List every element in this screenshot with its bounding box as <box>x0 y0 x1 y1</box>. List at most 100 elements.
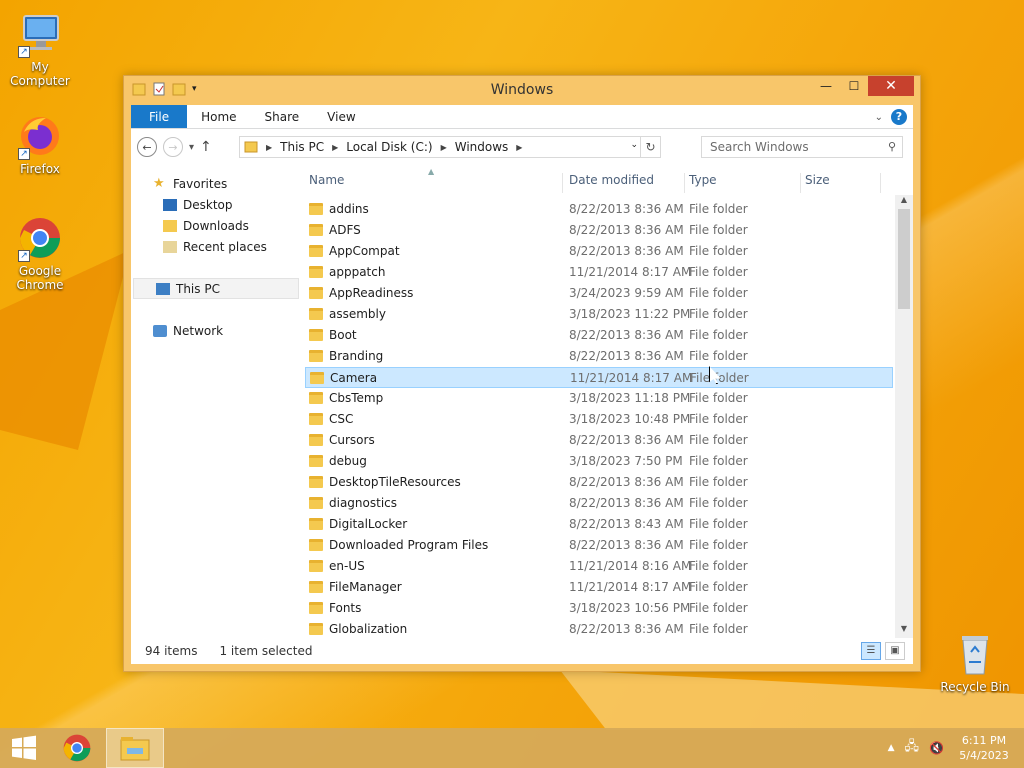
chevron-right-icon[interactable]: ▶ <box>266 143 272 152</box>
nav-downloads[interactable]: Downloads <box>131 215 301 236</box>
nav-this-pc[interactable]: This PC <box>133 278 299 299</box>
table-row[interactable]: DesktopTileResources 8/22/2013 8:36 AM Fil… <box>305 472 893 493</box>
details-view-button[interactable]: ☰ <box>861 642 881 660</box>
minimize-button[interactable]: — <box>812 76 840 96</box>
address-bar[interactable]: ▶ This PC ▶ Local Disk (C:) ▶ Windows ▶ … <box>239 136 661 158</box>
table-row[interactable]: Boot 8/22/2013 8:36 AM File folder <box>305 325 893 346</box>
breadcrumb-this-pc[interactable]: This PC <box>280 140 324 154</box>
table-row[interactable]: Downloaded Program Files 8/22/2013 8:36 A… <box>305 535 893 556</box>
table-row[interactable]: en-US 11/21/2014 8:16 AM File folder <box>305 556 893 577</box>
chevron-right-icon[interactable]: ▶ <box>516 143 522 152</box>
chevron-right-icon[interactable]: ▶ <box>441 143 447 152</box>
scroll-down-icon[interactable]: ▼ <box>895 624 913 638</box>
file-name: AppCompat <box>329 244 400 258</box>
file-name: Fonts <box>329 601 362 615</box>
desktop-icon-firefox[interactable]: ↗ Firefox <box>0 112 80 176</box>
breadcrumb-windows[interactable]: Windows <box>455 140 509 154</box>
table-row[interactable]: assembly 3/18/2023 11:22 PM File folder <box>305 304 893 325</box>
file-type: File folder <box>689 559 748 573</box>
tab-file[interactable]: File <box>131 105 188 128</box>
table-row[interactable]: Cursors 8/22/2013 8:36 AM File folder <box>305 430 893 451</box>
forward-button[interactable]: → <box>163 137 183 157</box>
navigation-pane: ★ Favorites Desktop Downloads Recent plac… <box>131 165 301 638</box>
nav-favorites[interactable]: ★ Favorites <box>131 173 301 194</box>
table-row[interactable]: FileManager 11/21/2014 8:17 AM File folder <box>305 577 893 598</box>
folder-icon <box>309 602 323 614</box>
desktop-icon-recycle-bin[interactable]: Recycle Bin <box>935 630 1015 694</box>
table-row[interactable]: apppatch 11/21/2014 8:17 AM File folder <box>305 262 893 283</box>
file-rows: addins 8/22/2013 8:36 AM File folder ADFS 8/… <box>305 199 893 640</box>
column-size[interactable]: Size <box>801 173 881 193</box>
column-name[interactable]: Name <box>305 173 563 193</box>
folder-icon <box>309 476 323 488</box>
table-row[interactable]: debug 3/18/2023 7:50 PM File folder <box>305 451 893 472</box>
column-headers: ▲ Name Date modified Type Size <box>305 165 913 193</box>
table-row[interactable]: addins 8/22/2013 8:36 AM File folder <box>305 199 893 220</box>
large-icons-view-button[interactable]: ▣ <box>885 642 905 660</box>
search-input[interactable]: Search Windows ⚲ <box>701 136 903 158</box>
table-row[interactable]: CSC 3/18/2023 10:48 PM File folder <box>305 409 893 430</box>
volume-muted-icon[interactable]: 🔇 <box>929 741 944 755</box>
desktop-icon-chrome[interactable]: ↗ Google Chrome <box>0 214 80 292</box>
scroll-thumb[interactable] <box>898 209 910 309</box>
folder-icon <box>309 308 323 320</box>
start-button[interactable] <box>0 728 48 768</box>
refresh-button[interactable]: ↻ <box>640 137 660 157</box>
table-row[interactable]: Globalization 8/22/2013 8:36 AM File folde… <box>305 619 893 640</box>
taskbar-file-explorer[interactable] <box>106 728 164 768</box>
file-date: 11/21/2014 8:16 AM <box>569 559 692 573</box>
breadcrumb-local-disk[interactable]: Local Disk (C:) <box>346 140 432 154</box>
chevron-right-icon[interactable]: ▶ <box>332 143 338 152</box>
folder-icon <box>309 434 323 446</box>
taskbar-chrome[interactable] <box>48 728 106 768</box>
maximize-button[interactable]: ☐ <box>840 76 868 96</box>
desktop-icon-my-computer[interactable]: ↗ My Computer <box>0 10 80 88</box>
table-row[interactable]: DigitalLocker 8/22/2013 8:43 AM File folde… <box>305 514 893 535</box>
table-row[interactable]: Fonts 3/18/2023 10:56 PM File folder <box>305 598 893 619</box>
folder-icon <box>309 518 323 530</box>
back-button[interactable]: ← <box>137 137 157 157</box>
file-date: 11/21/2014 8:17 AM <box>570 371 693 385</box>
file-date: 8/22/2013 8:36 AM <box>569 202 684 216</box>
address-dropdown-icon[interactable]: ⌄ <box>630 140 638 150</box>
column-type[interactable]: Type <box>685 173 801 193</box>
table-row[interactable]: Branding 8/22/2013 8:36 AM File folder <box>305 346 893 367</box>
file-name: Branding <box>329 349 384 363</box>
table-row[interactable]: Camera 11/21/2014 8:17 AM File folder <box>305 367 893 388</box>
show-hidden-icons-icon[interactable]: ▲ <box>888 743 895 753</box>
item-count: 94 items <box>145 644 198 658</box>
title-bar[interactable]: ▾ Windows — ☐ ✕ <box>124 76 920 105</box>
file-name: Boot <box>329 328 357 342</box>
computer-icon <box>156 282 170 295</box>
table-row[interactable]: diagnostics 8/22/2013 8:36 AM File folder <box>305 493 893 514</box>
file-name: DigitalLocker <box>329 517 408 531</box>
table-row[interactable]: AppCompat 8/22/2013 8:36 AM File folder <box>305 241 893 262</box>
help-icon[interactable]: ? <box>891 109 907 125</box>
file-name: Camera <box>330 371 378 385</box>
vertical-scrollbar[interactable]: ▲ ▼ <box>895 195 913 638</box>
close-button[interactable]: ✕ <box>868 76 914 96</box>
recent-locations-icon[interactable]: ▾ <box>189 142 194 153</box>
explorer-window[interactable]: ▾ Windows — ☐ ✕ File Home Share View ⌄ ?… <box>123 75 921 672</box>
table-row[interactable]: AppReadiness 3/24/2023 9:59 AM File folder <box>305 283 893 304</box>
nav-desktop[interactable]: Desktop <box>131 194 301 215</box>
tab-view[interactable]: View <box>313 105 369 128</box>
folder-icon <box>309 497 323 509</box>
table-row[interactable]: CbsTemp 3/18/2023 11:18 PM File folder <box>305 388 893 409</box>
tab-share[interactable]: Share <box>251 105 314 128</box>
tab-home[interactable]: Home <box>187 105 250 128</box>
file-type: File folder <box>689 517 748 531</box>
clock[interactable]: 6:11 PM 5/4/2023 <box>954 733 1014 763</box>
network-status-icon[interactable]: 🖧 <box>905 737 920 759</box>
file-name: en-US <box>329 559 365 573</box>
up-button[interactable]: ↑ <box>200 139 212 155</box>
nav-network[interactable]: Network <box>131 320 301 341</box>
column-date-modified[interactable]: Date modified <box>565 173 685 193</box>
nav-recent-places[interactable]: Recent places <box>131 236 301 257</box>
file-name: DesktopTileResources <box>329 475 461 489</box>
scroll-up-icon[interactable]: ▲ <box>895 195 913 209</box>
expand-ribbon-icon[interactable]: ⌄ <box>875 112 883 123</box>
desktop-icon-label: My Computer <box>10 60 70 88</box>
file-date: 8/22/2013 8:43 AM <box>569 517 684 531</box>
table-row[interactable]: ADFS 8/22/2013 8:36 AM File folder <box>305 220 893 241</box>
